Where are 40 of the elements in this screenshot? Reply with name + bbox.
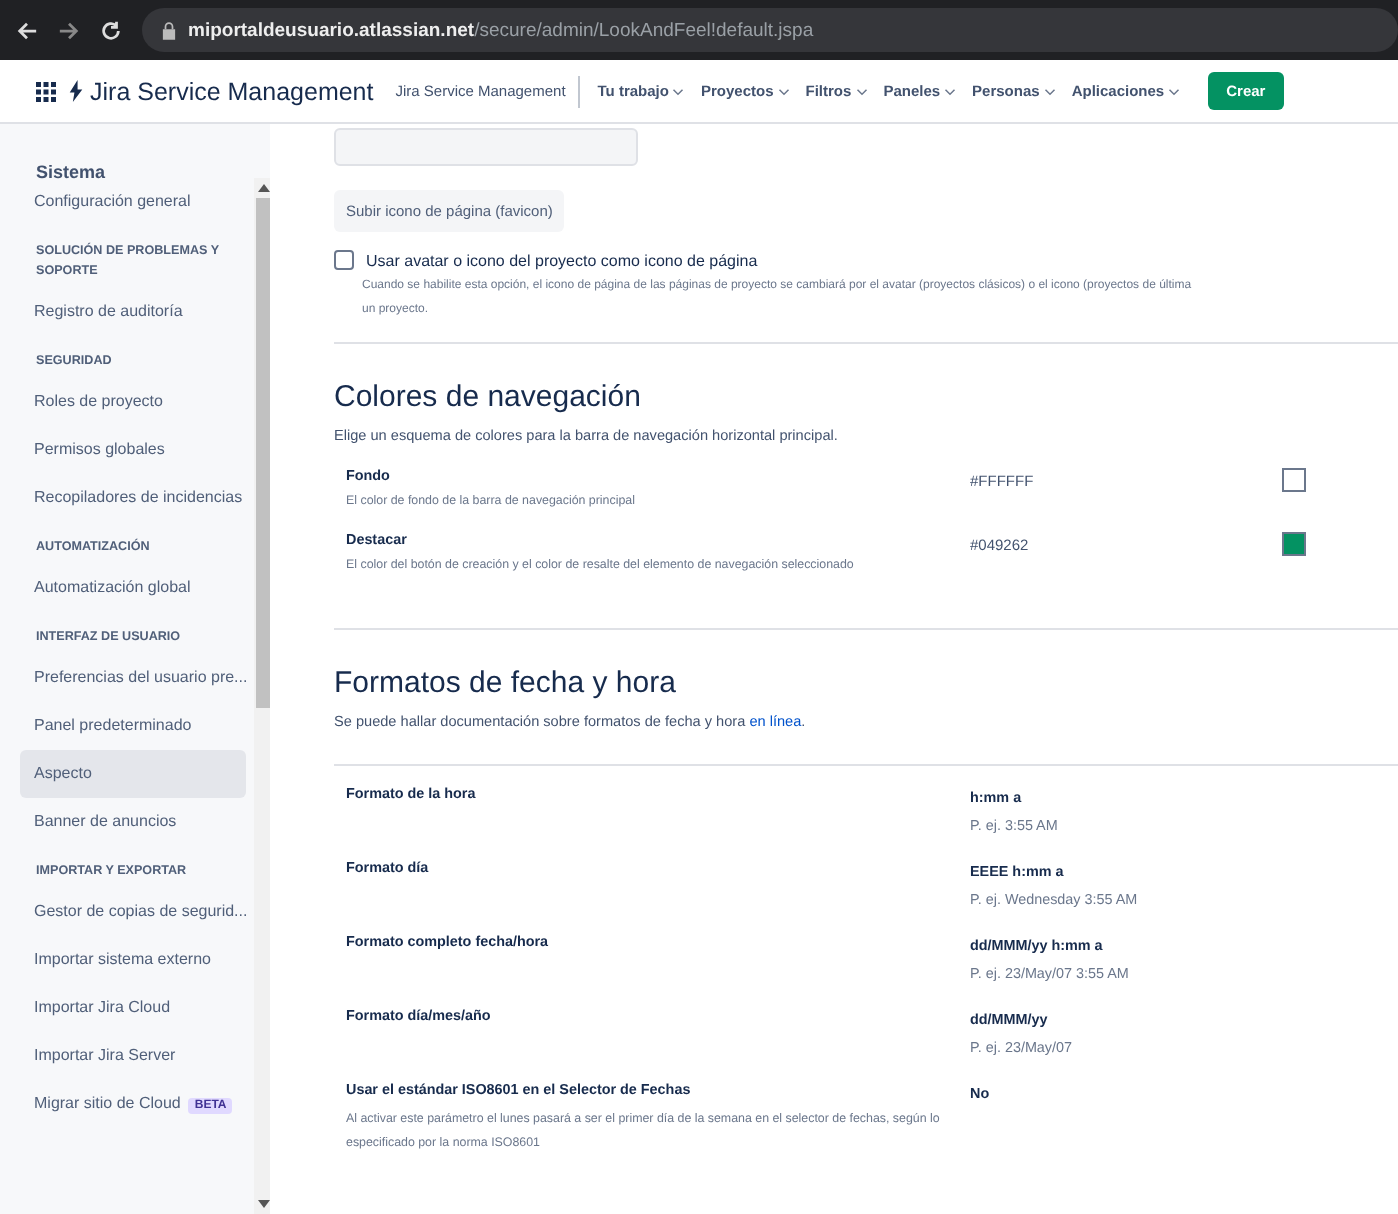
sidebar-item[interactable]: Registro de auditoría: [20, 288, 246, 336]
back-icon[interactable]: [16, 19, 38, 41]
sidebar-item[interactable]: Configuración general: [20, 178, 246, 226]
color-swatch[interactable]: [1282, 532, 1306, 556]
sidebar-title: Sistema: [34, 160, 108, 178]
url-text: miportaldeusuario.atlassian.net/secure/admin/LookAndFeel!default.jspa: [188, 19, 814, 41]
forward-icon[interactable]: [58, 19, 80, 41]
sidebar-item[interactable]: Gestor de copias de segurid...: [20, 888, 246, 936]
sidebar-item[interactable]: Preferencias del usuario pre...: [20, 654, 246, 702]
chevron-down-icon: [672, 87, 685, 95]
scroll-up-icon[interactable]: [258, 184, 270, 192]
sidebar-item[interactable]: Automatización global: [20, 564, 246, 612]
chevron-down-icon: [777, 87, 790, 95]
address-bar[interactable]: miportaldeusuario.atlassian.net/secure/admin/LookAndFeel!default.jspa: [142, 8, 1398, 52]
checkbox[interactable]: [334, 250, 354, 270]
chevron-down-icon: [1168, 87, 1181, 95]
section-heading: Colores de navegación: [334, 380, 643, 414]
sidebar-item[interactable]: Aspecto: [20, 750, 246, 798]
chevron-down-icon: [855, 87, 868, 95]
sidebar-item[interactable]: Banner de anuncios: [20, 798, 246, 846]
sidebar-item[interactable]: Importar Jira Server: [20, 1032, 246, 1080]
color-swatch[interactable]: [1282, 468, 1306, 492]
sidebar-item[interactable]: Recopiladores de incidencias: [20, 474, 246, 522]
scrollbar[interactable]: [254, 178, 270, 1214]
checkbox-label: Usar avatar o icono del proyecto como icono de página: [366, 251, 758, 269]
lightning-bolt-logo-icon[interactable]: [68, 80, 84, 102]
input-field[interactable]: [334, 128, 638, 166]
sidebar-item[interactable]: Panel predeterminado: [20, 702, 246, 750]
app-switcher-icon[interactable]: [36, 81, 56, 101]
sidebar-item[interactable]: Permisos globales: [20, 426, 246, 474]
scroll-down-icon[interactable]: [258, 1200, 270, 1208]
sidebar-item[interactable]: Importar Jira Cloud: [20, 984, 246, 1032]
chevron-down-icon: [944, 87, 957, 95]
sidebar-item[interactable]: Roles de proyecto: [20, 378, 246, 426]
product-name[interactable]: Jira Service Management: [90, 77, 374, 105]
reload-icon[interactable]: [100, 19, 122, 41]
section-heading: Formatos de fecha y hora: [334, 666, 678, 700]
lock-icon: [162, 21, 176, 39]
chevron-down-icon: [1043, 87, 1056, 95]
sidebar-item[interactable]: Importar sistema externo: [20, 936, 246, 984]
